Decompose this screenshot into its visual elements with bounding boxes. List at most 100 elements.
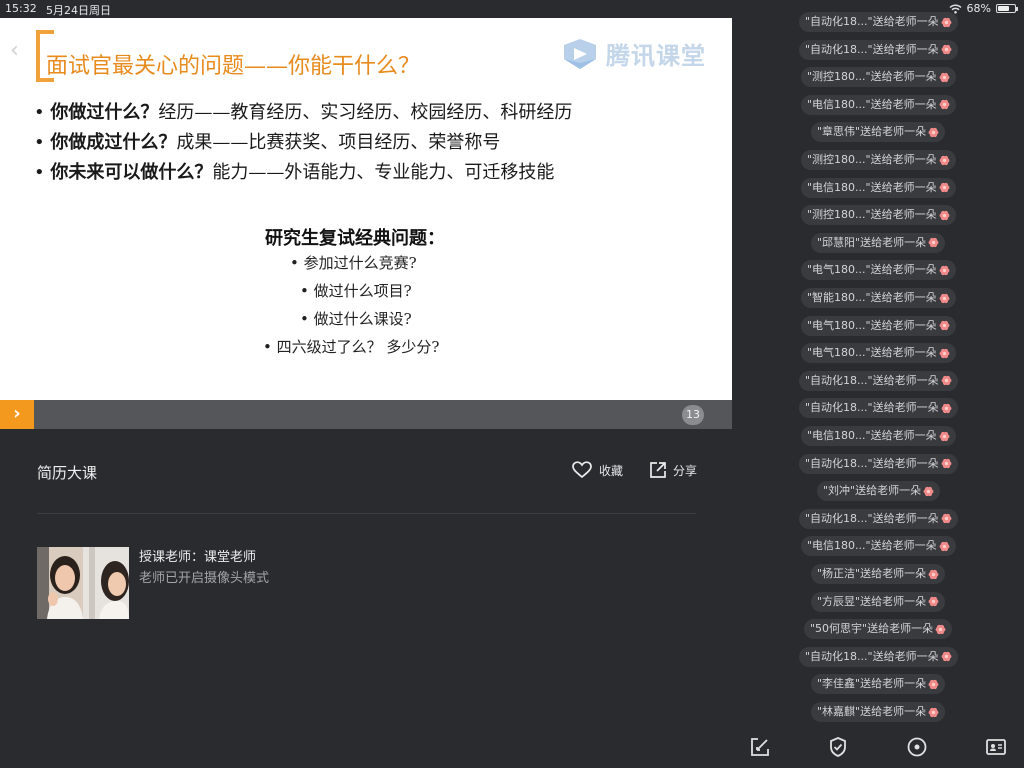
flower-icon — [928, 679, 939, 689]
gift-message-item: "自动化18..."送给老师一朵 — [799, 398, 958, 419]
slide-sub-title: 研究生复试经典问题： — [265, 228, 445, 249]
sub-item: • 参加过什么竞赛? — [290, 254, 417, 272]
battery-icon — [996, 4, 1018, 13]
gift-message-text: "李佳鑫"送给老师一朵 — [817, 677, 927, 691]
favorite-label: 收藏 — [599, 463, 624, 478]
gift-message-text: "自动化18..."送给老师一朵 — [805, 401, 939, 415]
gift-message-text: "自动化18..."送给老师一朵 — [805, 373, 939, 387]
flower-icon — [941, 652, 952, 662]
gift-message-item: "电信180..."送给老师一朵 — [801, 177, 956, 198]
share-label: 分享 — [673, 463, 698, 478]
teacher-video-image — [37, 547, 129, 619]
teacher-camera-thumbnail[interactable] — [37, 547, 129, 619]
gift-message-item: "自动化18..."送给老师一朵 — [799, 508, 958, 529]
gift-message-item: "电信180..."送给老师一朵 — [801, 94, 956, 115]
bullet-item: • 你做成过什么？成果——比赛获奖、项目经历、荣誉称号 — [34, 132, 501, 153]
bullet-question: 你做成过什么？ — [50, 132, 177, 153]
gift-message-item: "电信180..."送给老师一朵 — [801, 536, 956, 557]
bullet-answer: 能力——外语能力、专业能力、可迁移技能 — [212, 162, 555, 183]
gift-message-text: "电气180..."送给老师一朵 — [807, 263, 937, 277]
gift-message-text: "测控180..."送给老师一朵 — [807, 153, 937, 166]
gift-message-item: "测控180..."送给老师一朵 — [801, 67, 956, 88]
gift-message-item: "方辰昱"送给老师一朵 — [811, 591, 946, 612]
gift-message-text: "自动化18..."送给老师一朵 — [805, 511, 939, 525]
gift-message-item: "电气180..."送给老师一朵 — [801, 260, 956, 281]
flower-icon — [941, 376, 952, 386]
flower-icon — [941, 459, 952, 469]
gift-message-item: "50何思宇"送给老师一朵 — [804, 619, 953, 640]
flower-icon — [939, 431, 950, 441]
bullet-item: • 你未来可以做什么？能力——外语能力、专业能力、可迁移技能 — [34, 162, 555, 183]
back-chevron-icon[interactable]: ‹ — [10, 38, 19, 63]
flower-icon — [939, 72, 950, 82]
gift-message-text: "刘冲"送给老师一朵 — [823, 484, 922, 498]
gift-message-item: "章思伟"送给老师一朵 — [811, 122, 946, 143]
flower-icon — [941, 45, 952, 55]
status-right: 68% — [949, 2, 1018, 15]
gift-message-item: "自动化18..."送给老师一朵 — [799, 646, 958, 667]
expand-chevron-icon[interactable]: › — [0, 400, 34, 429]
section-divider — [37, 513, 696, 514]
bullet-item: • 你做过什么？经历——教育经历、实习经历、校园经历、科研经历 — [34, 102, 573, 123]
slide-viewer[interactable]: ‹ 面试官最关心的问题——你能干什么？ 腾讯课堂 • 你做过什么？经历——教育经… — [0, 18, 732, 400]
gift-message-panel[interactable]: "自动化18..."送给老师一朵 "自动化18..."送给老师一朵 "测控180..… — [732, 12, 1024, 768]
heart-icon — [572, 461, 592, 479]
gift-message-text: "自动化18..."送给老师一朵 — [805, 42, 939, 56]
gift-message-item: "林嘉麒"送给老师一朵 — [811, 702, 946, 722]
contact-card-icon[interactable] — [985, 736, 1007, 758]
gift-message-text: "电气180..."送给老师一朵 — [807, 346, 937, 360]
flower-icon — [941, 17, 952, 27]
flower-icon — [928, 238, 939, 248]
gift-message-text: "杨正洁"送给老师一朵 — [817, 567, 927, 580]
record-target-icon[interactable] — [906, 736, 928, 758]
sub-item: • 四六级过了么？ 多少分? — [263, 338, 440, 356]
flower-icon — [939, 265, 950, 275]
gift-message-text: "电信180..."送给老师一朵 — [807, 539, 937, 553]
flower-icon — [939, 155, 950, 165]
flower-icon — [928, 597, 939, 607]
gift-message-item: "自动化18..."送给老师一朵 — [799, 370, 958, 391]
share-button[interactable]: 分享 — [649, 461, 697, 479]
sub-item: • 做过什么项目? — [300, 282, 412, 300]
gift-message-item: "刘冲"送给老师一朵 — [817, 481, 941, 502]
tencent-classroom-logo: 腾讯课堂 — [560, 36, 706, 71]
camera-mode-note: 老师已开启摄像头模式 — [139, 571, 270, 586]
shield-icon[interactable] — [827, 736, 849, 758]
slide-bullets: • 你做过什么？经历——教育经历、实习经历、校园经历、科研经历 • 你做成过什么… — [34, 98, 572, 188]
bullet-answer: 成果——比赛获奖、项目经历、荣誉称号 — [176, 132, 501, 153]
flower-icon — [939, 183, 950, 193]
flower-icon — [928, 569, 939, 579]
gift-message-text: "电信180..."送给老师一朵 — [807, 97, 937, 111]
slide-title: 面试官最关心的问题——你能干什么？ — [46, 54, 421, 79]
page-number-badge: 13 — [682, 405, 704, 425]
status-time: 15:32 — [5, 2, 37, 15]
bottom-toolbar — [732, 726, 1024, 768]
bullet-question: 你未来可以做什么？ — [50, 162, 213, 183]
gift-message-item: "邱慧阳"送给老师一朵 — [811, 232, 946, 253]
teacher-label: 授课老师：课堂老师 — [139, 550, 257, 565]
flower-icon — [941, 514, 952, 524]
bullet-answer: 经历——教育经历、实习经历、校园经历、科研经历 — [158, 102, 573, 123]
sub-item: • 做过什么课设? — [300, 310, 412, 328]
gift-message-text: "测控180..."送给老师一朵 — [807, 208, 937, 222]
battery-level — [998, 6, 1009, 11]
gift-message-item: "智能180..."送给老师一朵 — [801, 288, 956, 308]
gift-message-text: "章思伟"送给老师一朵 — [817, 125, 927, 139]
flower-icon — [939, 100, 950, 110]
slide-control-bar: › 13 — [0, 400, 732, 429]
tencent-classroom-logo-icon — [564, 38, 596, 69]
flower-icon — [923, 486, 934, 496]
edit-icon[interactable] — [749, 736, 771, 758]
flower-icon — [939, 321, 950, 331]
logo-text: 腾讯课堂 — [606, 42, 706, 70]
favorite-button[interactable]: 收藏 — [572, 461, 623, 479]
gift-message-text: "电气180..."送给老师一朵 — [807, 318, 937, 332]
gift-message-item: "杨正洁"送给老师一朵 — [811, 564, 946, 584]
flower-icon — [939, 293, 950, 303]
battery-percent: 68% — [966, 2, 991, 15]
gift-message-text: "自动化18..."送给老师一朵 — [805, 15, 939, 28]
bullet-question: 你做过什么？ — [50, 102, 159, 123]
gift-message-item: "自动化18..."送给老师一朵 — [799, 39, 958, 60]
gift-message-text: "电信180..."送给老师一朵 — [807, 180, 937, 194]
gift-message-text: "50何思宇"送给老师一朵 — [810, 622, 934, 636]
